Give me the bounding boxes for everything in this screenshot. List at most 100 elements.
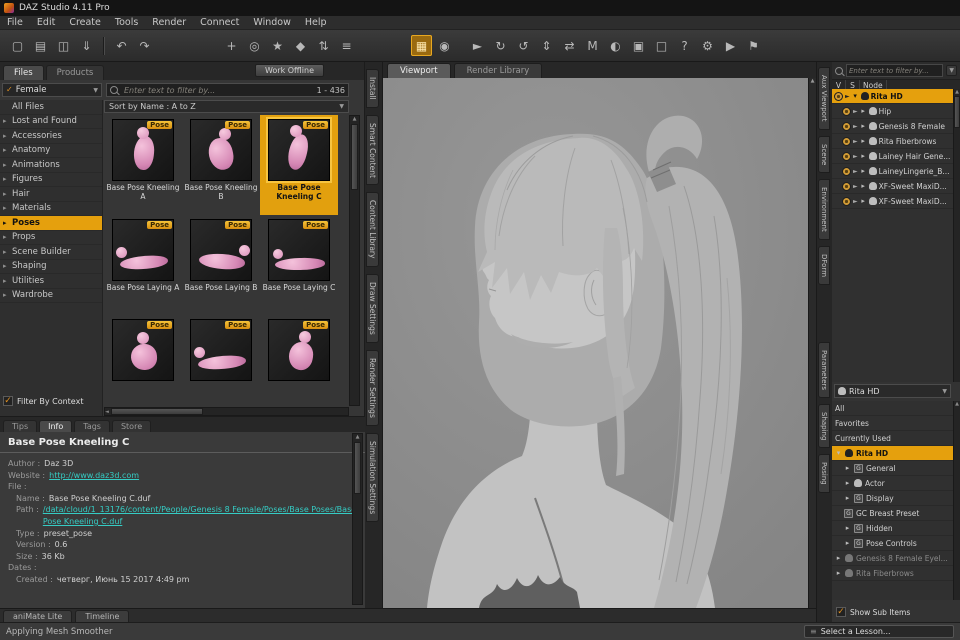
pose-item[interactable]: PoseBase Pose Laying C xyxy=(260,215,338,315)
rotate-tool-icon[interactable]: ↻ xyxy=(490,35,511,56)
node-selection-icon[interactable]: ► xyxy=(467,35,488,56)
pane-tab-dform[interactable]: DForm xyxy=(818,246,830,285)
menu-window[interactable]: Window xyxy=(246,17,297,28)
fit-to-figure-icon[interactable]: ⇅ xyxy=(313,35,334,56)
grid-horizontal-scrollbar[interactable]: ◄ xyxy=(104,407,349,416)
pane-tab-content-library[interactable]: Content Library xyxy=(366,192,379,266)
scroll-left-icon[interactable]: ◄ xyxy=(105,409,109,415)
work-offline-button[interactable]: Work Offline xyxy=(255,64,324,77)
tab-timeline[interactable]: Timeline xyxy=(75,610,129,622)
orbit-tool-icon[interactable]: ↺ xyxy=(513,35,534,56)
tab-products[interactable]: Products xyxy=(46,65,105,80)
parameter-group[interactable]: Favorites xyxy=(832,416,953,431)
expand-caret-icon[interactable]: ▸ xyxy=(844,524,851,532)
translate-tool-icon[interactable]: ⇕ xyxy=(536,35,557,56)
expand-caret-icon[interactable]: ▸ xyxy=(844,494,851,502)
visibility-eye-icon[interactable] xyxy=(842,197,851,206)
parameter-group[interactable]: ▸Actor xyxy=(832,476,953,491)
viewport-scrollbar[interactable]: ▲ xyxy=(808,78,816,608)
scrollbar-thumb[interactable] xyxy=(954,96,960,128)
category-lost-and-found[interactable]: ▸Lost and Found xyxy=(0,115,102,130)
redo-icon[interactable]: ↷ xyxy=(134,35,155,56)
create-camera-icon[interactable]: ◎ xyxy=(244,35,265,56)
pane-tab-shaping[interactable]: Shaping xyxy=(818,404,830,448)
pose-item[interactable]: Pose xyxy=(104,315,182,406)
create-primitive-icon[interactable]: ◆ xyxy=(290,35,311,56)
filter-by-context-checkbox[interactable]: ✓ xyxy=(3,396,13,406)
category-all-files[interactable]: All Files xyxy=(0,100,102,115)
expand-caret-icon[interactable]: ▸ xyxy=(860,167,867,175)
pane-tab-simulation-settings[interactable]: Simulation Settings xyxy=(366,433,379,522)
scroll-up-icon[interactable]: ▲ xyxy=(353,116,357,122)
pane-tab-draw-settings[interactable]: Draw Settings xyxy=(366,274,379,343)
visibility-eye-icon[interactable] xyxy=(842,107,851,116)
tab-files[interactable]: Files xyxy=(3,65,44,80)
new-file-icon[interactable]: ▢ xyxy=(7,35,28,56)
tab-tips[interactable]: Tips xyxy=(3,420,37,432)
visibility-eye-icon[interactable] xyxy=(842,137,851,146)
pose-item[interactable]: PoseBase Pose Laying B xyxy=(182,215,260,315)
expand-caret-icon[interactable]: ▾ xyxy=(835,449,842,457)
pane-tab-posing[interactable]: Posing xyxy=(818,454,830,493)
tab-tags[interactable]: Tags xyxy=(74,420,110,432)
category-anatomy[interactable]: ▸Anatomy xyxy=(0,144,102,159)
figure-filter-dropdown[interactable]: ✓ Female ▼ xyxy=(2,83,102,97)
scrollbar-thumb[interactable] xyxy=(351,124,358,190)
tab-viewport[interactable]: Viewport xyxy=(387,63,451,78)
selection-cursor-icon[interactable]: ► xyxy=(853,123,858,130)
parameter-group[interactable]: ▸GDisplay xyxy=(832,491,953,506)
pane-tab-environment[interactable]: Environment xyxy=(818,179,830,240)
visibility-eye-icon[interactable] xyxy=(834,92,843,101)
scene-scrollbar[interactable]: ▲ xyxy=(953,89,960,382)
category-scene-builder[interactable]: ▸Scene Builder xyxy=(0,245,102,260)
menu-render[interactable]: Render xyxy=(145,17,193,28)
parameters-scrollbar[interactable]: ▲ xyxy=(953,401,960,600)
expand-caret-icon[interactable]: ▸ xyxy=(844,479,851,487)
expand-caret-icon[interactable]: ▸ xyxy=(844,464,851,472)
create-light-icon[interactable]: ★ xyxy=(267,35,288,56)
selection-cursor-icon[interactable]: ► xyxy=(853,168,858,175)
pane-tab-aux-viewport[interactable]: Aux Viewport xyxy=(818,67,830,130)
pose-item[interactable]: PoseBase Pose Kneeling B xyxy=(182,115,260,215)
selection-cursor-icon[interactable]: ► xyxy=(853,108,858,115)
pane-tab-smart-content[interactable]: Smart Content xyxy=(366,115,379,186)
scrollbar-thumb[interactable] xyxy=(354,442,361,494)
category-animations[interactable]: ▸Animations xyxy=(0,158,102,173)
expand-caret-icon[interactable]: ▸ xyxy=(860,137,867,145)
parameter-group[interactable]: ▸Rita Fiberbrows xyxy=(832,566,953,581)
menu-help[interactable]: Help xyxy=(298,17,334,28)
parameter-group[interactable]: GGC Breast Preset xyxy=(832,506,953,521)
category-accessories[interactable]: ▸Accessories xyxy=(0,129,102,144)
scene-node[interactable]: ►▸Rita Fiberbrows xyxy=(832,134,953,149)
pose-item[interactable]: Pose xyxy=(260,315,338,406)
category-poses[interactable]: ▸Poses xyxy=(0,216,102,231)
scene-node[interactable]: ►▸Lainey Hair Gene... xyxy=(832,149,953,164)
scene-node[interactable]: ►▸XF-Sweet MaxiD... xyxy=(832,194,953,209)
render-icon[interactable]: ▶ xyxy=(720,35,741,56)
expand-caret-icon[interactable]: ▾ xyxy=(852,92,859,100)
scroll-up-icon[interactable]: ▲ xyxy=(811,78,815,84)
viewport-canvas[interactable] xyxy=(383,78,808,608)
scene-node[interactable]: ►▸XF-Sweet MaxiD... xyxy=(832,179,953,194)
select-lesson-button[interactable]: ≡ Select a Lesson... xyxy=(804,625,954,638)
expand-caret-icon[interactable]: ▸ xyxy=(860,182,867,190)
parameter-group[interactable]: ▸Genesis 8 Female Eyel... xyxy=(832,551,953,566)
parameter-group[interactable]: ▸GPose Controls xyxy=(832,536,953,551)
file-path-link[interactable]: /data/cloud/1_13176/content/People/Genes… xyxy=(43,504,357,527)
scroll-up-icon[interactable]: ▲ xyxy=(356,434,360,440)
pane-tab-scene[interactable]: Scene xyxy=(818,136,830,173)
expand-caret-icon[interactable]: ▸ xyxy=(860,197,867,205)
category-materials[interactable]: ▸Materials xyxy=(0,202,102,217)
paint-tool-icon[interactable]: ◐ xyxy=(605,35,626,56)
save-file-icon[interactable]: ◫ xyxy=(53,35,74,56)
visibility-eye-icon[interactable] xyxy=(842,167,851,176)
visibility-eye-icon[interactable] xyxy=(842,152,851,161)
tab-render-library[interactable]: Render Library xyxy=(454,63,543,78)
category-utilities[interactable]: ▸Utilities xyxy=(0,274,102,289)
scene-node[interactable]: ►▾Rita HD xyxy=(832,89,953,104)
align-tool-icon[interactable]: ≡ xyxy=(336,35,357,56)
scale-tool-icon[interactable]: ⇄ xyxy=(559,35,580,56)
tab-info[interactable]: Info xyxy=(39,420,72,432)
content-filter-input[interactable] xyxy=(122,85,313,96)
visibility-eye-icon[interactable] xyxy=(842,182,851,191)
